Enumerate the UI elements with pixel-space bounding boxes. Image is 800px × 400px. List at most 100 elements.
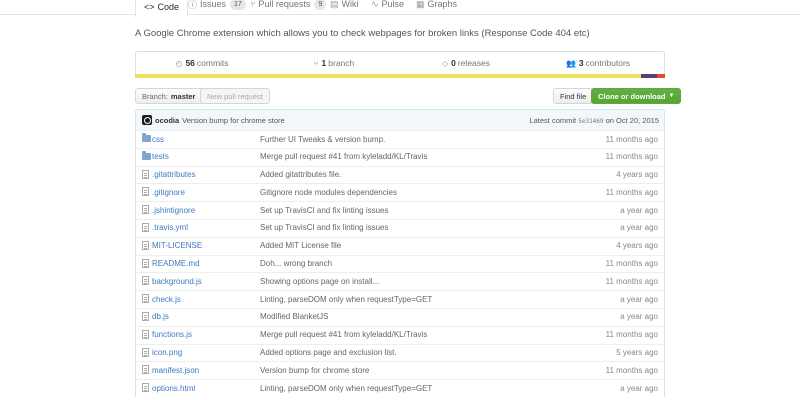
table-row: .travis.yml Set up TravisCI and fix linti… (135, 218, 665, 237)
commit-age: 11 months ago (605, 365, 658, 375)
commit-message-link[interactable]: Version bump for chrome store (260, 366, 369, 375)
latest-commit-info: Latest commit 5e31469 on Oct 20, 2015 (529, 116, 659, 125)
file-name-link[interactable]: .jshintignore (152, 206, 195, 215)
graph-icon: ▦ (416, 0, 425, 9)
commit-message[interactable]: Version bump for chrome store (182, 116, 285, 125)
file-name-link[interactable]: functions.js (152, 330, 192, 339)
table-row: README.md Doh... wrong branch 11 months ag… (135, 254, 665, 273)
history-icon: ◴ (175, 58, 183, 68)
tab-pull-requests[interactable]: ⑂ Pull requests 9 (250, 0, 327, 14)
file-name-link[interactable]: .gitattributes (152, 170, 196, 179)
repo-nav-tabs: <> Code ⓘ Issues 17 ⑂ Pull requests 9 ▤ … (135, 0, 665, 17)
language-bar[interactable] (135, 74, 665, 78)
commit-message-link[interactable]: Showing options page on install... (260, 277, 379, 286)
tab-label: Pulse (381, 0, 405, 9)
branches-link[interactable]: ⑂ 1 branch (268, 52, 400, 74)
branches-count: 1 (321, 58, 327, 68)
table-row: MIT-LICENSE Added MIT License file 4 years… (135, 236, 665, 255)
repo-description: A Google Chrome extension which allows y… (135, 28, 590, 39)
file-name-link[interactable]: icon.png (152, 348, 182, 357)
file-icon (142, 222, 152, 233)
file-name-link[interactable]: tests (152, 152, 169, 161)
file-name-link[interactable]: check.js (152, 295, 181, 304)
avatar[interactable] (142, 115, 152, 125)
commit-author[interactable]: ocodia (155, 116, 179, 125)
file-icon (142, 240, 152, 251)
tab-code[interactable]: <> Code (135, 0, 189, 17)
commit-message-link[interactable]: Modified BlanketJS (260, 312, 328, 321)
table-row: .gitignore Gitignore node modules depende… (135, 183, 665, 202)
commit-message-link[interactable]: Set up TravisCI and fix linting issues (260, 223, 389, 232)
branch-icon: ⑂ (313, 58, 319, 68)
branches-label: branch (328, 58, 355, 68)
commit-message-link[interactable]: Added MIT License file (260, 241, 341, 250)
file-name-link[interactable]: background.js (152, 277, 202, 286)
tab-issues[interactable]: ⓘ Issues 17 (188, 0, 246, 14)
table-row: manifest.json Version bump for chrome sto… (135, 361, 665, 380)
commit-message-link[interactable]: Set up TravisCI and fix linting issues (260, 206, 389, 215)
clone-label: Clone or download (598, 91, 666, 101)
repo-summary: ◴ 56 commits ⑂ 1 branch ◇ 0 releases 👥 3… (135, 51, 665, 74)
file-icon (142, 365, 152, 375)
commit-age: 11 months ago (605, 276, 658, 286)
latest-commit-prefix: Latest commit (529, 115, 577, 125)
tab-label: Pull requests (258, 0, 311, 9)
file-name-link[interactable]: .travis.yml (152, 223, 188, 232)
table-row: .gitattributes Added gitattributes file. 4… (135, 165, 665, 184)
releases-link[interactable]: ◇ 0 releases (400, 52, 532, 74)
tab-graphs[interactable]: ▦ Graphs (416, 0, 457, 14)
new-pull-request-button[interactable]: New pull request (200, 88, 270, 104)
commit-message-link[interactable]: Linting, parseDOM only when requestType=… (260, 295, 432, 304)
table-row: db.js Modified BlanketJS a year ago (135, 307, 665, 326)
table-row: background.js Showing options page on ins… (135, 272, 665, 291)
commit-age: 11 months ago (605, 152, 658, 162)
commit-age: a year ago (620, 383, 658, 393)
file-icon (142, 258, 152, 269)
latest-commit-bar: ocodia Version bump for chrome store Lat… (135, 109, 665, 131)
book-icon: ▤ (330, 0, 339, 9)
issue-icon: ⓘ (188, 0, 198, 10)
tab-label: Graphs (427, 0, 458, 9)
file-icon (142, 187, 152, 197)
contributors-link[interactable]: 👥 3 contributors (532, 52, 664, 74)
tab-label: Code (157, 2, 180, 12)
file-name-link[interactable]: manifest.json (152, 366, 199, 375)
commits-link[interactable]: ◴ 56 commits (136, 52, 268, 74)
commit-message-link[interactable]: Merge pull request #41 from kyleladd/KL/… (260, 330, 427, 339)
commits-count: 56 (185, 58, 195, 68)
tab-pulse[interactable]: ∿ Pulse (371, 0, 404, 14)
tab-wiki[interactable]: ▤ Wiki (330, 0, 359, 14)
commit-sha[interactable]: 5e31469 (578, 118, 603, 125)
file-name-link[interactable]: css (152, 135, 164, 144)
commit-message-link[interactable]: Further UI Tweaks & version bump. (260, 135, 385, 144)
commit-message-link[interactable]: Doh... wrong branch (260, 259, 332, 268)
commit-age: 4 years ago (616, 241, 658, 251)
tag-icon: ◇ (441, 58, 449, 68)
issues-counter: 17 (230, 0, 246, 10)
commit-message-link[interactable]: Added gitattributes file. (260, 170, 341, 179)
file-name-link[interactable]: .gitignore (152, 188, 185, 197)
table-row: css Further UI Tweaks & version bump. 11 m… (135, 130, 665, 148)
table-row: options.html Linting, parseDOM only when … (135, 379, 665, 397)
tab-label: Wiki (341, 0, 359, 9)
commit-message-link[interactable]: Merge pull request #41 from kyleladd/KL/… (260, 152, 427, 161)
commit-age: 11 months ago (605, 259, 658, 269)
commit-message-link[interactable]: Linting, parseDOM only when requestType=… (260, 384, 432, 393)
file-name-link[interactable]: MIT-LICENSE (152, 241, 202, 250)
code-icon: <> (144, 2, 155, 12)
find-file-button[interactable]: Find file (553, 88, 594, 104)
commit-age: a year ago (620, 223, 658, 233)
commit-message-link[interactable]: Added options page and exclusion list. (260, 348, 397, 357)
file-name-link[interactable]: options.html (152, 384, 195, 393)
commit-age: 11 months ago (605, 134, 658, 144)
commit-date: on Oct 20, 2015 (605, 115, 659, 125)
file-name-link[interactable]: README.md (152, 259, 200, 268)
clone-download-button[interactable]: Clone or download ▼ (591, 88, 682, 104)
file-name-link[interactable]: db.js (152, 312, 169, 321)
commit-age: 5 years ago (616, 348, 658, 358)
commits-label: commits (196, 58, 229, 68)
file-icon (142, 169, 152, 180)
commit-message-link[interactable]: Gitignore node modules dependencies (260, 188, 397, 197)
commit-age: a year ago (620, 205, 658, 215)
file-icon (142, 294, 152, 304)
